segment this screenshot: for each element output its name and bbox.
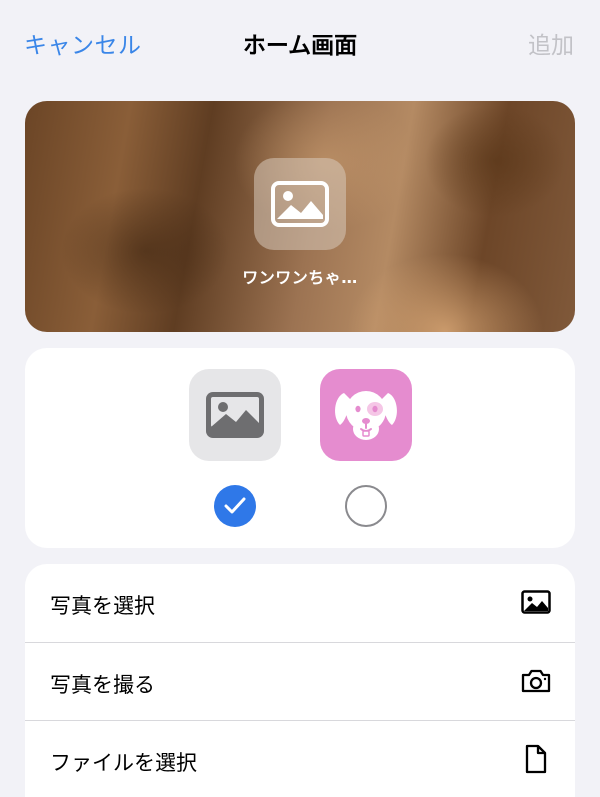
list-item-choose-photo[interactable]: 写真を選択: [25, 564, 575, 642]
page-title: ホーム画面: [242, 33, 358, 59]
camera-icon: [519, 666, 553, 696]
navigation-bar: キャンセル ホーム画面 追加: [0, 0, 600, 88]
list-item-label: 写真を撮る: [50, 673, 155, 697]
add-button[interactable]: 追加: [528, 26, 574, 60]
checkmark-icon: [224, 497, 246, 514]
photo-placeholder-icon: [206, 392, 264, 438]
list-item-take-photo[interactable]: 写真を撮る: [25, 643, 575, 721]
dog-face-icon: [335, 391, 397, 440]
icon-source-list: 写真を選択 写真を撮る ファイルを選択: [25, 564, 575, 797]
preview-app-icon: [254, 158, 346, 250]
photo-placeholder-icon: [271, 181, 329, 227]
home-screen-preview: ワンワンちゃ…: [25, 101, 575, 332]
list-item-label: 写真を選択: [50, 594, 155, 618]
photo-icon: [519, 587, 553, 617]
list-item-choose-file[interactable]: ファイルを選択: [25, 721, 575, 797]
icon-choice-card: [25, 348, 575, 548]
preview-app-name: ワンワンちゃ…: [242, 268, 358, 287]
icon-option-photo[interactable]: [189, 369, 281, 461]
icon-option-dog-radio[interactable]: [345, 485, 387, 527]
icon-option-dog[interactable]: [320, 369, 412, 461]
document-icon: [519, 744, 553, 774]
list-item-label: ファイルを選択: [50, 751, 197, 775]
icon-option-photo-radio[interactable]: [214, 485, 256, 527]
